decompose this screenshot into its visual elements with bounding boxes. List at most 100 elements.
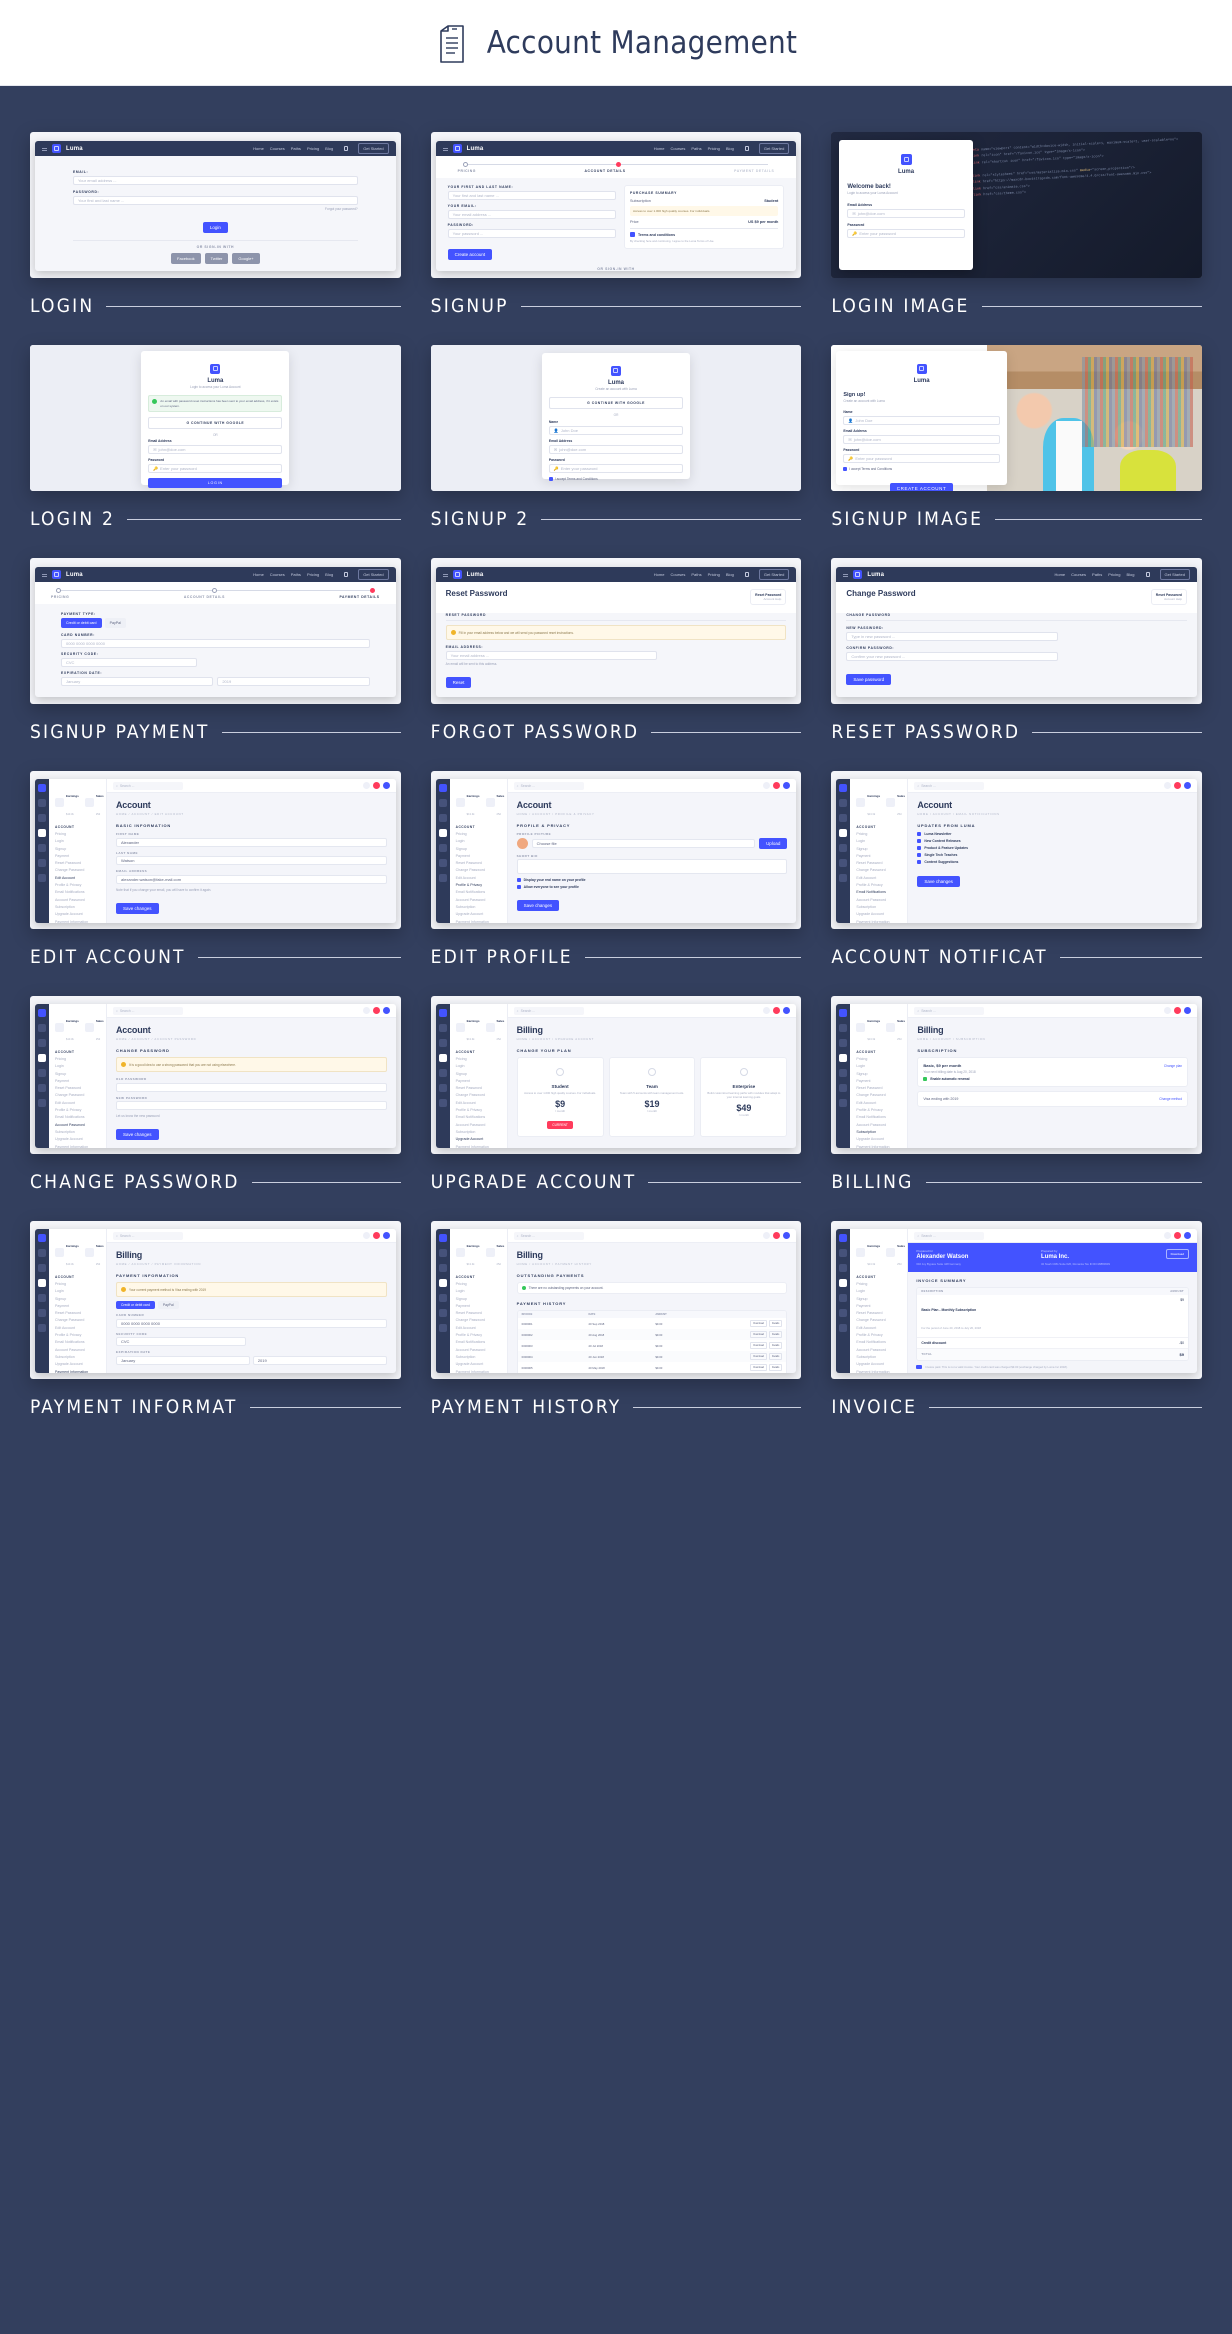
rail-grid-icon[interactable] — [38, 1264, 46, 1272]
rail-dashboard-icon[interactable] — [438, 799, 447, 807]
get-started-button[interactable]: Get Started — [758, 143, 790, 154]
password-input[interactable]: Your first and last name ... — [73, 196, 358, 205]
notifications-icon[interactable] — [362, 1232, 370, 1239]
thumbnail-signup[interactable]: Luma Home Courses Paths Pricing Blog Get… — [430, 132, 802, 278]
screen-card-reset-password[interactable]: Luma Home Courses Paths Pricing Blog Get… — [831, 558, 1202, 743]
content-releases-checkbox[interactable] — [917, 839, 922, 843]
nav-pricing[interactable]: Pricing — [708, 572, 720, 577]
get-started-button[interactable]: Get Started — [358, 569, 389, 580]
rail-settings-icon[interactable] — [438, 1099, 447, 1107]
email-input[interactable]: alexander.watson@fake-mail.com — [116, 874, 387, 884]
details-button[interactable]: Details — [769, 1353, 783, 1360]
get-started-button[interactable]: Get Started — [758, 569, 790, 580]
terms-checkbox[interactable] — [843, 467, 848, 471]
auto-renew-checkbox[interactable] — [923, 1077, 928, 1081]
sidebar-item-edit-account[interactable]: Edit Account — [456, 1101, 502, 1105]
name-input[interactable]: Your first and last name ... — [447, 191, 616, 200]
sidebar-item-account-password[interactable]: Account Password — [856, 1348, 902, 1352]
download-button[interactable]: Download — [750, 1320, 768, 1327]
save-changes-button[interactable]: Save changes — [116, 1129, 159, 1140]
password-input[interactable]: 🔑 Enter your password — [548, 464, 684, 473]
notifications-icon[interactable] — [1163, 1232, 1171, 1239]
sidebar-item-profile-privacy[interactable]: Profile & Privacy — [856, 1108, 902, 1112]
sidebar-item-edit-account[interactable]: Edit Account — [456, 1326, 502, 1330]
tech-teaches-checkbox[interactable] — [917, 853, 922, 857]
sidebar-item-email-notifications[interactable]: Email Notifications — [456, 890, 502, 894]
search-input[interactable]: ⌕ Search ... — [113, 781, 183, 790]
rail-chart-icon[interactable] — [839, 859, 848, 867]
sidebar-item-edit-account[interactable]: Edit Account — [55, 1101, 101, 1105]
nav-home[interactable]: Home — [253, 572, 264, 577]
search-input[interactable]: ⌕ Search ... — [113, 1006, 183, 1015]
sidebar-item-login[interactable]: Login — [456, 1289, 502, 1293]
sidebar-item-signup[interactable]: Signup — [856, 1297, 902, 1301]
sidebar-item-reset-password[interactable]: Reset Password — [856, 1311, 902, 1315]
thumbnail-upgrade-account[interactable]: Earnings $13.3k Sales 25d ACCOUNT Pricing … — [430, 996, 802, 1154]
rail-dashboard-icon[interactable] — [38, 1249, 46, 1257]
rail-grid-icon[interactable] — [38, 814, 46, 822]
notifications-icon[interactable] — [763, 1007, 771, 1014]
rail-logo-icon[interactable] — [839, 1234, 848, 1242]
rail-dashboard-icon[interactable] — [438, 1249, 447, 1257]
rail-dashboard-icon[interactable] — [839, 1249, 848, 1257]
rail-account-icon[interactable] — [839, 1054, 848, 1062]
screen-card-login[interactable]: Luma Home Courses Paths Pricing Blog Get… — [30, 132, 401, 317]
rail-logo-icon[interactable] — [839, 784, 848, 792]
tab-paypal[interactable]: PayPal — [104, 618, 126, 628]
table-row[interactable]: 0000005 20 May 2018 $9.00 Download Detail… — [518, 1362, 787, 1373]
screen-card-account-notifications[interactable]: Earnings $13.3k Sales 25d ACCOUNT Pricing … — [831, 771, 1202, 968]
rail-account-icon[interactable] — [38, 1054, 46, 1062]
sidebar-item-login[interactable]: Login — [55, 1289, 101, 1293]
email-input[interactable]: ✉ john@doe.com — [847, 209, 965, 218]
sidebar-item-signup[interactable]: Signup — [55, 1072, 101, 1076]
sidebar-item-login[interactable]: Login — [55, 1064, 101, 1068]
rail-settings-icon[interactable] — [38, 1099, 46, 1107]
table-row[interactable]: 0000004 20 Jun 2018 $9.00 Download Detail… — [517, 1351, 787, 1362]
password-input[interactable]: 🔑 Enter your password — [843, 454, 1000, 463]
email-input[interactable]: ✉ john@doe.com — [148, 445, 283, 454]
nav-paths[interactable]: Paths — [291, 146, 301, 151]
nav-home[interactable]: Home — [654, 572, 665, 577]
thumbnail-reset-password[interactable]: Luma Home Courses Paths Pricing Blog Get… — [831, 558, 1202, 704]
thumbnail-invoice[interactable]: Earnings $13.3k Sales 25d ACCOUNT Pricing … — [831, 1221, 1202, 1379]
sidebar-item-subscription[interactable]: Subscription — [456, 1355, 502, 1359]
newsletter-checkbox[interactable] — [917, 832, 922, 836]
download-button[interactable]: Download — [750, 1364, 768, 1371]
terms-checkbox[interactable] — [630, 232, 635, 237]
sidebar-item-payment-information[interactable]: Payment Information — [856, 1145, 902, 1148]
password-input[interactable]: Your password ... — [447, 229, 616, 238]
name-input[interactable]: 👤 John Doe — [548, 426, 684, 435]
sidebar-item-profile-privacy[interactable]: Profile & Privacy — [55, 1333, 101, 1337]
reset-button[interactable]: Reset — [445, 677, 472, 688]
nav-courses[interactable]: Courses — [270, 572, 285, 577]
sidebar-item-edit-account[interactable]: Edit Account — [856, 876, 902, 880]
sidebar-item-payment-information[interactable]: Payment Information — [856, 1370, 902, 1373]
menu-icon[interactable] — [42, 574, 47, 575]
sidebar-item-change-password[interactable]: Change Password — [456, 868, 502, 872]
notifications-icon[interactable] — [763, 782, 771, 789]
sidebar-item-upgrade-account[interactable]: Upgrade Account — [456, 912, 502, 916]
rail-chart-icon[interactable] — [38, 1309, 46, 1317]
change-plan-link[interactable]: Change plan — [1164, 1064, 1182, 1068]
nav-pricing[interactable]: Pricing — [307, 572, 319, 577]
thumbnail-edit-account[interactable]: Earnings $13.3k Sales 25d ACCOUNT Pricing … — [30, 771, 401, 929]
rail-chart-icon[interactable] — [839, 1309, 848, 1317]
rail-chart-icon[interactable] — [438, 1084, 447, 1092]
thumbnail-account-notifications[interactable]: Earnings $13.3k Sales 25d ACCOUNT Pricing … — [831, 771, 1202, 929]
rail-mail-icon[interactable] — [839, 844, 848, 852]
sidebar-item-login[interactable]: Login — [856, 1289, 902, 1293]
save-changes-button[interactable]: Save changes — [516, 900, 560, 911]
thumbnail-billing[interactable]: Earnings $13.3k Sales 25d ACCOUNT Pricing … — [831, 996, 1202, 1154]
sidebar-item-signup[interactable]: Signup — [856, 1072, 902, 1076]
rail-mail-icon[interactable] — [38, 1294, 46, 1302]
alerts-badge[interactable] — [1173, 1232, 1181, 1239]
upload-button[interactable]: Upload — [759, 837, 788, 849]
thumbnail-payment-information[interactable]: Earnings $13.3k Sales 25d ACCOUNT Pricing … — [30, 1221, 401, 1379]
rail-account-icon[interactable] — [38, 829, 46, 837]
nav-blog[interactable]: Blog — [726, 572, 734, 577]
rail-logo-icon[interactable] — [839, 1009, 848, 1017]
sidebar-item-upgrade-account[interactable]: Upgrade Account — [856, 1362, 902, 1366]
notifications-icon[interactable] — [362, 1007, 370, 1014]
rail-grid-icon[interactable] — [438, 814, 447, 822]
sidebar-item-payment-information[interactable]: Payment Information — [456, 1145, 502, 1148]
